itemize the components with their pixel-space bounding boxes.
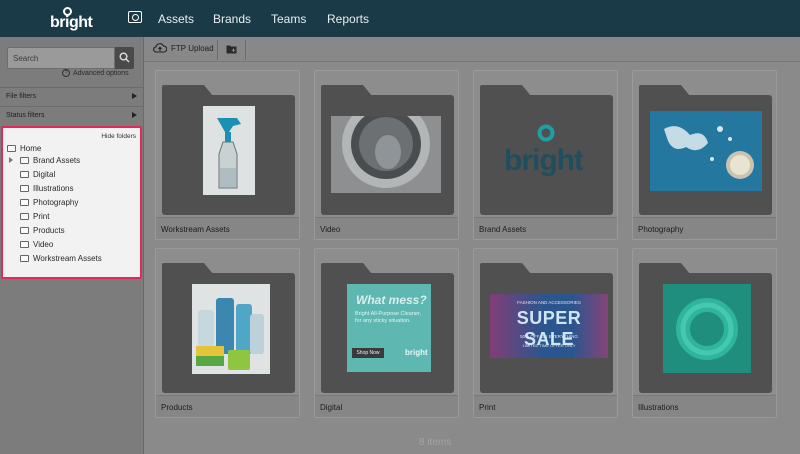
tree-item-label: Products [33,226,65,235]
expand-caret-icon[interactable] [9,157,13,163]
search-icon [119,52,130,63]
ftp-upload-label: FTP Upload [171,43,214,53]
folder-card-workstream-assets[interactable]: Workstream Assets [155,70,300,240]
tree-item-label: Brand Assets [33,156,81,165]
tree-item-products[interactable]: Products [20,226,65,235]
folder-card-video[interactable]: Video [314,70,459,240]
file-filters-toggle[interactable]: File filters [0,87,144,105]
search-input[interactable] [7,47,115,69]
toolbar-divider [245,40,246,60]
tree-item-label: Video [33,240,54,249]
folder-icon [20,185,29,192]
brand-logo-wordmark: bright [504,144,583,177]
logo-wordmark: bright [50,14,93,31]
nav-brands[interactable]: Brands [213,12,251,26]
folder-icon [20,241,29,248]
folder-icon [20,213,29,220]
toolbar: FTP Upload [144,37,800,62]
toolbar-divider [217,40,218,60]
spray-bottle-thumbnail [203,106,255,195]
folder-icon [20,255,29,262]
digital-ad-thumbnail: What mess? Bright All-Purpose Cleaner, f… [347,284,431,372]
hide-folders-link[interactable]: Hide folders [101,133,136,140]
splash-photo-thumbnail [650,111,762,191]
folder-icon [7,145,16,152]
search-button[interactable] [115,47,134,69]
chevron-right-icon [132,112,137,118]
chevron-right-icon [132,93,137,99]
ftp-upload-button[interactable]: FTP Upload [153,43,214,53]
folder-card-products[interactable]: Products [155,248,300,418]
tree-item-label: Workstream Assets [33,254,102,263]
cleaning-products-thumbnail [192,284,270,374]
bright-logo[interactable]: bright [50,6,100,32]
folder-card-print[interactable]: FASHION AND ACCESSORIES SUPER SALE 50% O… [473,248,618,418]
folder-card-brand-assets[interactable]: bright Brand Assets [473,70,618,240]
super-sale-thumbnail: FASHION AND ACCESSORIES SUPER SALE 50% O… [490,294,608,358]
tree-item-label: Photography [33,198,79,207]
print-ad-sub: 50% OFF ON EVERYTHING [520,334,578,339]
folder-card-illustrations[interactable]: Illustrations [632,248,777,418]
cloud-upload-icon [153,43,167,53]
print-ad-fine: LIMITED TIME OFFER ONLY [522,343,576,348]
status-filters-label: Status filters [6,112,45,119]
advanced-options-label: Advanced options [73,69,129,77]
sidebar: ? Advanced options File filters Status f… [0,37,144,454]
tree-item-digital[interactable]: Digital [20,170,55,179]
search-box [7,47,134,69]
washing-machine-thumbnail [331,116,441,193]
folder-card-label: Brand Assets [474,217,617,239]
ad-headline: What mess? [356,293,427,307]
folder-card-label: Print [474,395,617,417]
tree-item-label: Illustrations [33,184,74,193]
tree-item-label: Digital [33,170,56,179]
tree-item-illustrations[interactable]: Illustrations [20,184,73,193]
folder-icon [20,157,29,164]
file-filters-label: File filters [6,93,36,100]
folder-icon [20,199,29,206]
items-count: 8 items [419,437,452,448]
new-folder-icon[interactable] [226,44,237,54]
tree-item-video[interactable]: Video [20,240,53,249]
nav-teams[interactable]: Teams [271,12,306,26]
folder-card-photography[interactable]: Photography [632,70,777,240]
bright-ring-icon [537,124,555,142]
print-ad-top: FASHION AND ACCESSORIES [517,300,581,305]
status-filters-toggle[interactable]: Status filters [0,106,144,124]
advanced-options-link[interactable]: ? Advanced options [62,69,129,77]
ad-body: Bright All-Purpose Cleaner, for any stic… [355,311,422,324]
ad-shop-now-button: Shop Now [352,348,384,358]
folder-card-label: Photography [633,217,776,239]
folder-card-digital[interactable]: What mess? Bright All-Purpose Cleaner, f… [314,248,459,418]
ad-brand-logo: bright [405,348,428,357]
tree-item-home[interactable]: Home [7,144,41,153]
folder-icon [20,227,29,234]
top-navigation-bar: bright Assets Brands Teams Reports [0,0,800,37]
tree-item-brand-assets[interactable]: Brand Assets [20,156,80,165]
tree-item-label: Print [33,212,50,221]
folder-tree-panel: Hide folders Home Brand Assets Digital I… [1,126,142,279]
nav-assets[interactable]: Assets [158,12,194,26]
folder-card-label: Digital [315,395,458,417]
nav-reports[interactable]: Reports [327,12,369,26]
tree-item-photography[interactable]: Photography [20,198,78,207]
tree-item-workstream-assets[interactable]: Workstream Assets [20,254,102,263]
question-icon: ? [62,69,70,77]
folder-card-label: Video [315,217,458,239]
folder-icon [20,171,29,178]
folder-card-label: Illustrations [633,395,776,417]
camera-icon[interactable] [128,11,142,23]
tree-item-print[interactable]: Print [20,212,49,221]
tree-item-label: Home [20,144,42,153]
folder-card-label: Products [156,395,299,417]
ring-illustration-thumbnail [663,284,751,373]
folder-card-label: Workstream Assets [156,217,299,239]
